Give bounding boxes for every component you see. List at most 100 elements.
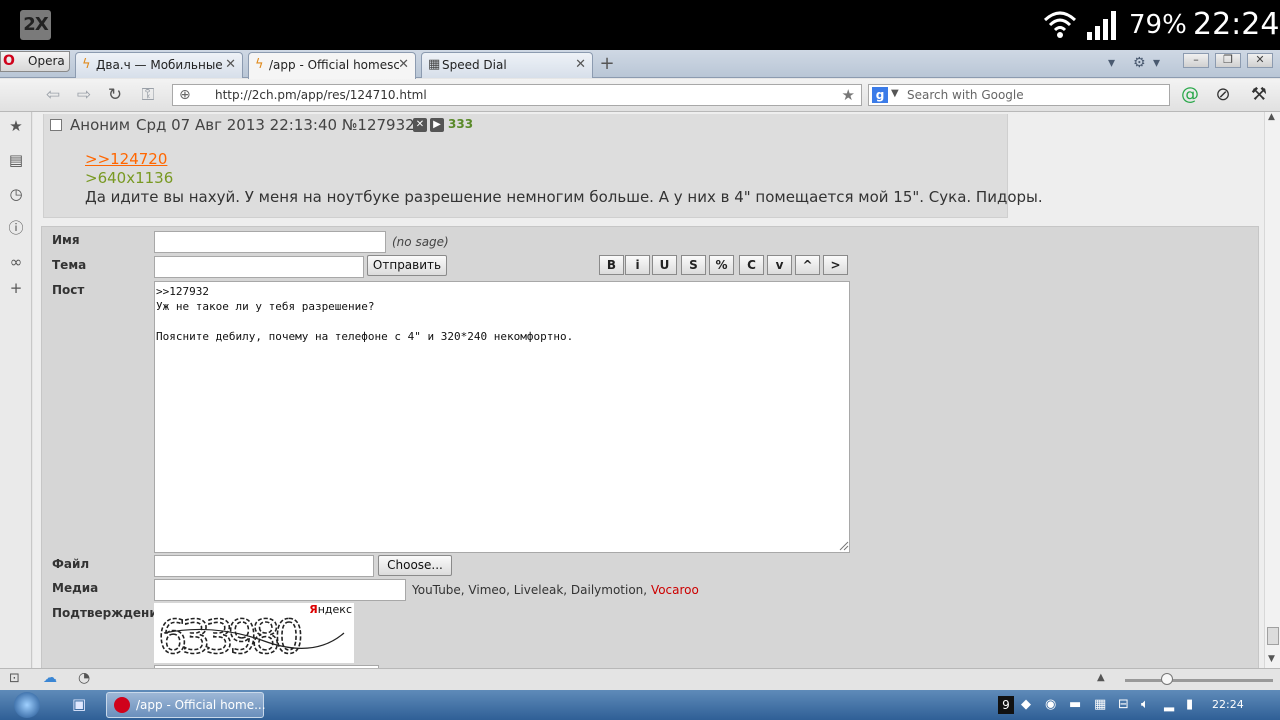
- side-panel: ★ ▤ ◷ ⓘ ∞ +: [0, 112, 32, 668]
- new-tab-button[interactable]: +: [598, 54, 616, 74]
- volume-icon[interactable]: 🔈︎: [1141, 697, 1149, 712]
- zoom-slider-knob[interactable]: [1161, 673, 1173, 685]
- status-clock: 22:24: [1193, 7, 1280, 42]
- add-panel-icon[interactable]: +: [6, 278, 26, 298]
- chevron-down-icon[interactable]: ▾: [1153, 55, 1160, 71]
- media-services-list: YouTube, Vimeo, Liveleak, Dailymotion,: [412, 583, 648, 597]
- post-select-checkbox[interactable]: [50, 119, 62, 131]
- turbo-speedometer-icon[interactable]: ◔: [78, 670, 90, 686]
- battery-percentage: 79%: [1129, 10, 1187, 40]
- markup-sup-button[interactable]: ^: [795, 255, 820, 275]
- post-reflink[interactable]: >>124720: [85, 150, 167, 168]
- usb-icon[interactable]: ⊟: [1118, 697, 1129, 712]
- tab-speed-dial[interactable]: ▦ Speed Dial ✕: [421, 52, 593, 78]
- restore-button[interactable]: ❐: [1215, 53, 1241, 68]
- close-window-button[interactable]: ✕: [1247, 53, 1273, 68]
- chevron-down-icon[interactable]: ▼: [891, 88, 899, 99]
- address-toolbar: ⇦ ⇨ ↻ ⚿ ⊕ http://2ch.pm/app/res/124710.h…: [0, 79, 1280, 112]
- browser-status-bar: ⊡ ☁ ◔ ▲: [0, 668, 1280, 690]
- yandex-logo-first-letter: Я: [309, 603, 318, 616]
- choose-file-button[interactable]: Choose...: [378, 555, 452, 576]
- language-flag-icon[interactable]: ▬: [1069, 697, 1081, 712]
- close-icon[interactable]: ✕: [225, 57, 236, 72]
- tab-app-homescreen[interactable]: ϟ /app - Official homescr... ✕: [248, 52, 416, 79]
- post-textarea[interactable]: >>127932 Уж не такое ли у тебя разрешени…: [154, 281, 850, 553]
- opera-unite-cloud-icon[interactable]: ☁: [43, 670, 57, 686]
- zoom-popup-icon[interactable]: ▲: [1097, 672, 1105, 683]
- history-clock-icon[interactable]: ◷: [6, 184, 26, 204]
- panel-toggle-icon[interactable]: ⊡: [9, 671, 20, 686]
- post-author: Аноним: [70, 116, 131, 134]
- address-field[interactable]: ⊕ http://2ch.pm/app/res/124710.html ★: [172, 84, 862, 106]
- tab-list-chevron-icon[interactable]: ▾: [1108, 55, 1115, 71]
- name-label: Имя: [52, 233, 80, 247]
- scroll-up-icon[interactable]: ▲: [1268, 112, 1275, 122]
- vocaroo-label: Vocaroo: [650, 583, 699, 597]
- wifi-icon: [1043, 11, 1077, 38]
- 2x-app-badge: 2X: [20, 10, 51, 40]
- close-icon[interactable]: ✕: [575, 57, 586, 72]
- close-icon[interactable]: ✕: [398, 57, 409, 72]
- media-services: YouTube, Vimeo, Liveleak, Dailymotion, V…: [412, 583, 699, 597]
- hide-post-icon[interactable]: ✕: [413, 118, 427, 132]
- markup-sub-button[interactable]: v: [767, 255, 792, 275]
- bookmarks-star-icon[interactable]: ★: [6, 116, 26, 136]
- markup-quote-button[interactable]: >: [823, 255, 848, 275]
- tab-label: Два.ч — Мобильные ...: [96, 58, 226, 72]
- key-icon[interactable]: ⚿: [137, 84, 159, 106]
- opera-menu-label: Opera: [28, 54, 65, 68]
- opera-menu-button[interactable]: O Opera: [0, 51, 70, 72]
- mail-at-icon[interactable]: @: [1178, 84, 1202, 106]
- markup-strike-button[interactable]: S: [681, 255, 706, 275]
- page-scrollbar[interactable]: ▲ ▼: [1264, 112, 1280, 668]
- scroll-thumb[interactable]: [1267, 627, 1279, 645]
- opera-logo-icon: [114, 697, 130, 713]
- tray-number-badge[interactable]: 9: [998, 696, 1014, 714]
- google-icon[interactable]: g: [872, 87, 888, 103]
- submit-button[interactable]: Отправить: [367, 255, 447, 276]
- expand-post-icon[interactable]: ▶: [430, 118, 444, 132]
- scroll-down-icon[interactable]: ▼: [1268, 654, 1275, 664]
- back-icon[interactable]: ⇦: [42, 84, 64, 106]
- start-button[interactable]: [14, 692, 40, 718]
- dropbox-icon[interactable]: ◆: [1021, 697, 1031, 712]
- quick-launch-icon[interactable]: ▣: [72, 695, 86, 713]
- taskbar-clock[interactable]: 22:24: [1212, 698, 1244, 711]
- tools-icon[interactable]: ⚒: [1247, 84, 1271, 106]
- subject-input[interactable]: [154, 256, 364, 278]
- markup-underline-button[interactable]: U: [652, 255, 677, 275]
- info-icon[interactable]: ⓘ: [6, 218, 26, 238]
- markup-code-button[interactable]: C: [739, 255, 764, 275]
- captcha-glyphs: 633980: [158, 610, 301, 663]
- resize-grip-icon[interactable]: [837, 539, 849, 551]
- zoom-slider-track[interactable]: [1125, 679, 1273, 682]
- keyboard-icon[interactable]: ▦: [1094, 697, 1106, 712]
- markup-italic-button[interactable]: i: [625, 255, 650, 275]
- green-circle-icon[interactable]: ◉: [1045, 697, 1056, 712]
- tab-label: /app - Official homescr...: [269, 58, 399, 72]
- yandex-logo: Яндекс: [309, 603, 352, 616]
- extensions-icon[interactable]: ⚙: [1133, 55, 1146, 71]
- forward-icon[interactable]: ⇨: [73, 84, 95, 106]
- post-message: Да идите вы нахуй. У меня на ноутбуке ра…: [85, 188, 1043, 206]
- name-input[interactable]: [154, 231, 386, 253]
- turbo-blocked-icon[interactable]: ⊘: [1211, 84, 1235, 106]
- reload-icon[interactable]: ↻: [104, 84, 126, 106]
- markup-spoiler-button[interactable]: %: [709, 255, 734, 275]
- minimize-button[interactable]: –: [1183, 53, 1209, 68]
- post-date-number[interactable]: Срд 07 Авг 2013 22:13:40 №127932: [136, 116, 415, 134]
- post-count: 333: [448, 117, 474, 131]
- url-text[interactable]: http://2ch.pm/app/res/124710.html: [215, 88, 427, 102]
- media-input[interactable]: [154, 579, 406, 601]
- search-field[interactable]: g ▼ Search with Google: [868, 84, 1170, 106]
- bookmark-star-icon[interactable]: ★: [842, 86, 855, 104]
- taskbar-opera-button[interactable]: /app - Official home...: [106, 692, 266, 718]
- tab-dvach-mobile[interactable]: ϟ Два.ч — Мобильные ... ✕: [75, 52, 243, 78]
- links-icon[interactable]: ∞: [6, 252, 26, 272]
- file-path-field[interactable]: [154, 555, 374, 577]
- opera-logo-icon: O: [3, 53, 15, 69]
- notes-icon[interactable]: ▤: [6, 150, 26, 170]
- power-icon[interactable]: ▮: [1186, 697, 1193, 712]
- markup-bold-button[interactable]: B: [599, 255, 624, 275]
- network-bars-icon[interactable]: ▂: [1164, 697, 1174, 712]
